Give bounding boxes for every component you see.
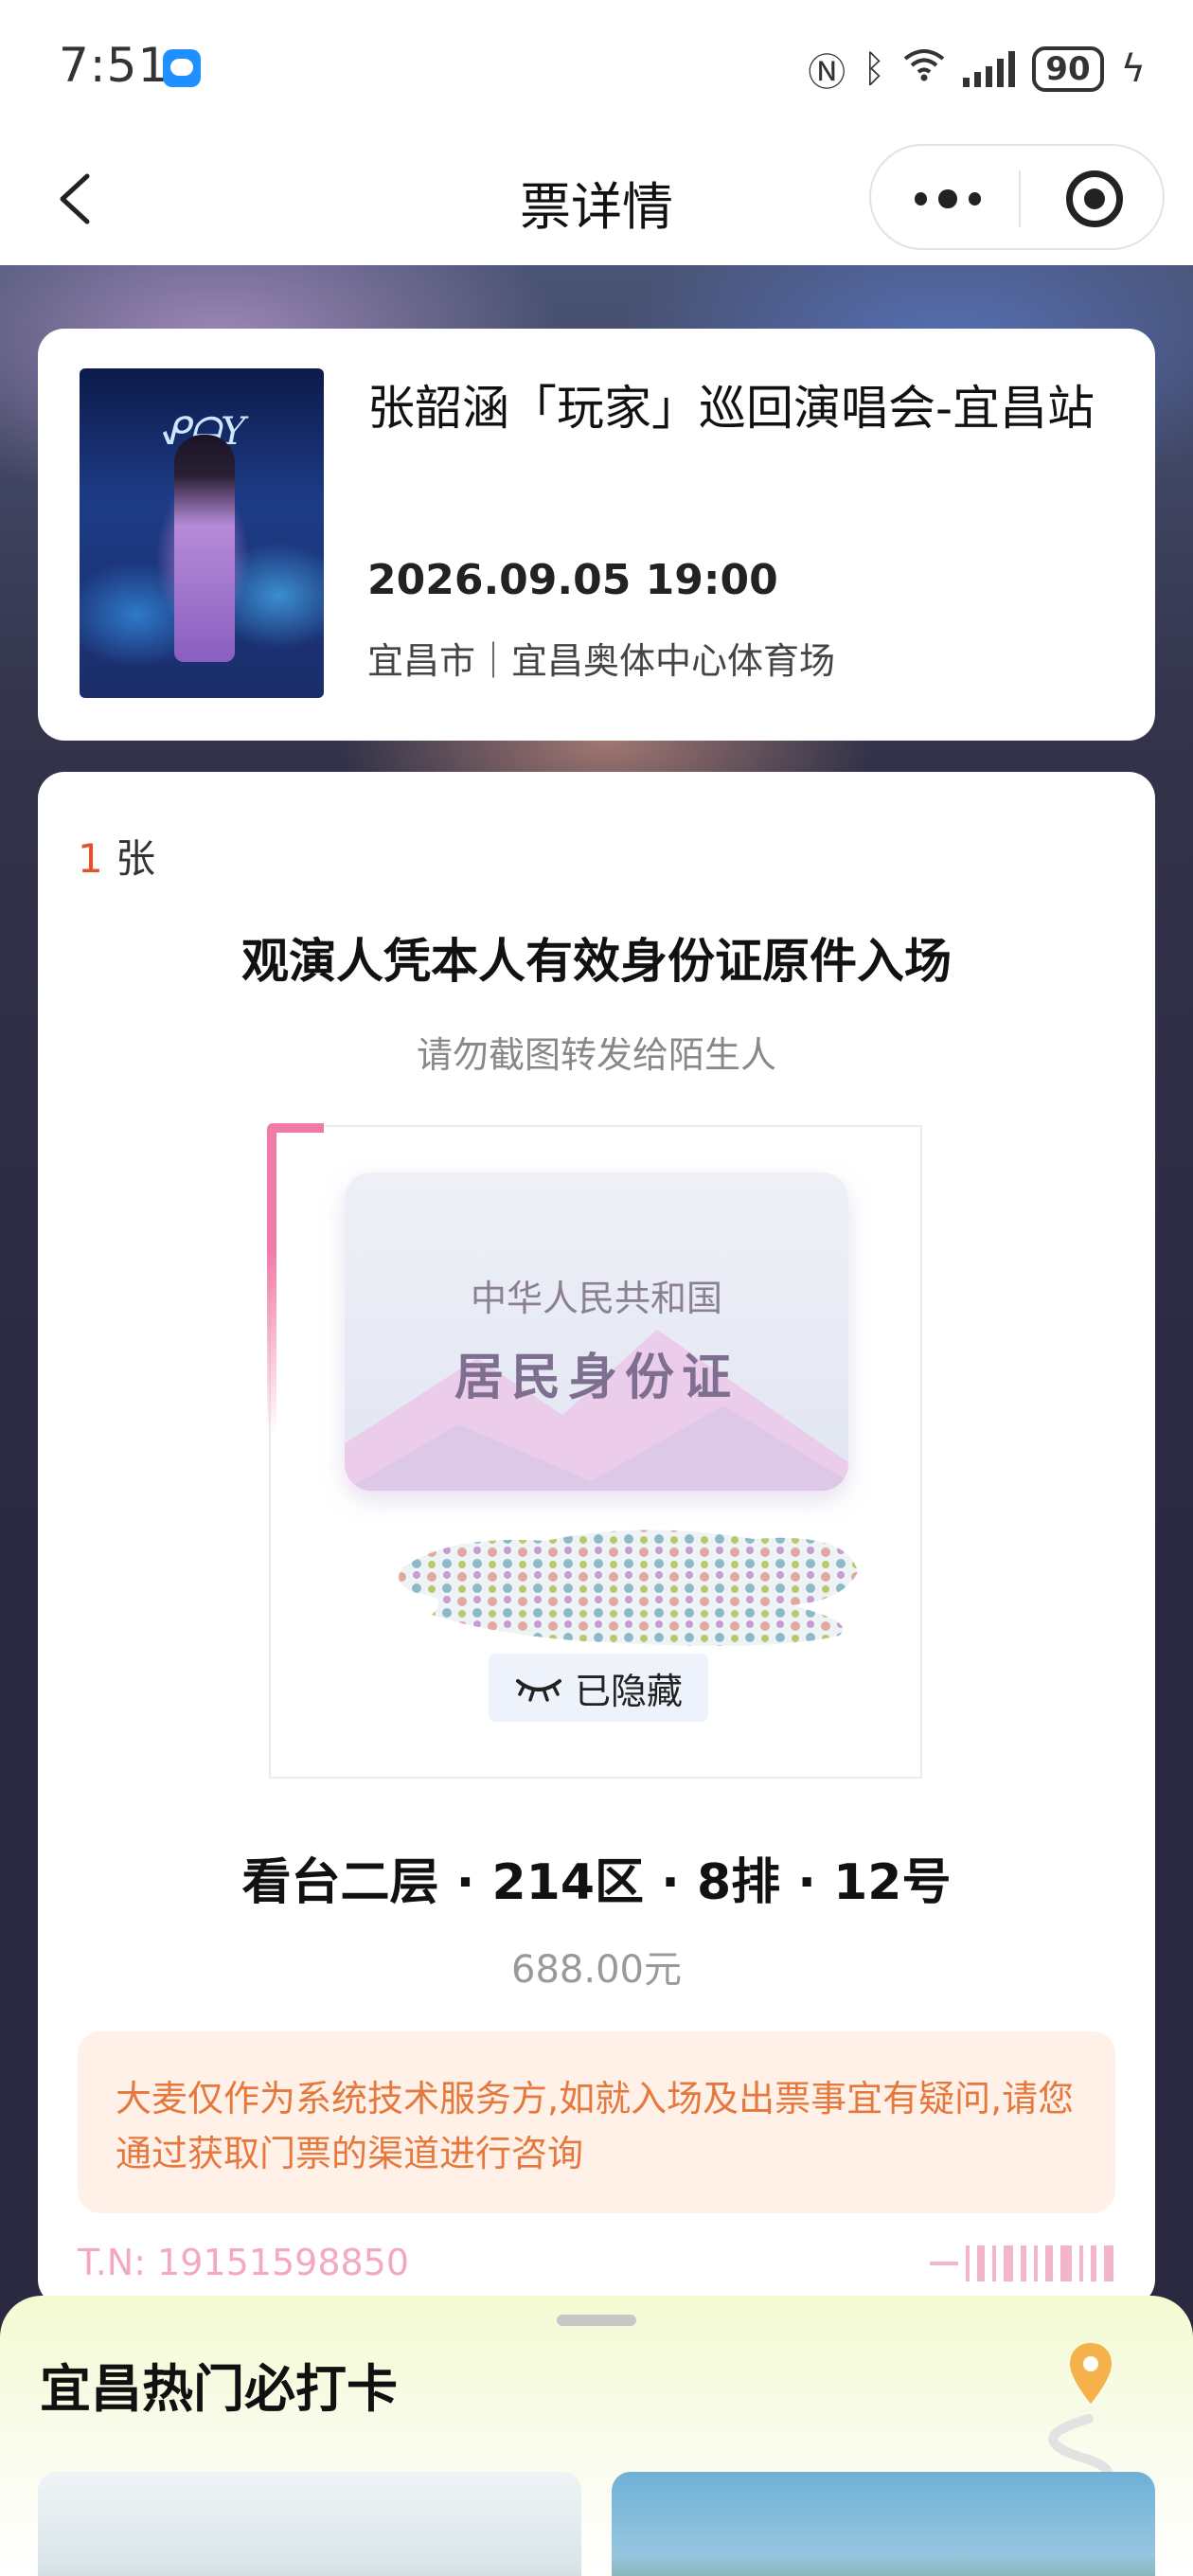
barcode-decoration [930, 2245, 1113, 2281]
close-mini-program-icon[interactable] [1066, 170, 1123, 227]
more-options-icon[interactable] [915, 186, 982, 212]
ticket-price: 688.00元 [511, 1948, 682, 1992]
hidden-label: 已隐藏 [574, 1670, 683, 1712]
message-notification-icon [163, 49, 201, 87]
id-card-country: 中华人民共和国 [470, 1278, 722, 1319]
wifi-icon [902, 47, 946, 91]
masked-holder-info [399, 1530, 858, 1646]
attraction-thumbnail[interactable] [612, 2472, 1155, 2576]
seat-info: 看台二层 · 214区 · 8排 · 12号 [241, 1854, 952, 1911]
hidden-info-toggle[interactable]: 已隐藏 [489, 1654, 708, 1722]
mini-program-capsule [869, 144, 1165, 250]
id-card-frame: 中华人民共和国 居民身份证 已隐藏 [267, 1123, 922, 1779]
event-info-card[interactable]: ᕵᗩY 张韶涵「玩家」巡回演唱会-宜昌站 2026.09.05 19:00 宜昌… [38, 329, 1155, 741]
poster-singer-figure [174, 435, 235, 662]
cellular-signal-icon [963, 51, 1016, 87]
eye-closed-icon [515, 1679, 561, 1702]
capsule-divider [1019, 170, 1021, 227]
frame-corner-accent [267, 1123, 324, 1436]
event-title: 张韶涵「玩家」巡回演唱会-宜昌站 [367, 381, 1095, 436]
ticket-count-number: 1 [78, 835, 103, 882]
ticket-count: 1 张 [78, 827, 155, 885]
status-time: 7:51 [59, 38, 169, 93]
id-card-graphic: 中华人民共和国 居民身份证 [345, 1172, 848, 1491]
system-icons: Ⓝ ᛒ 90 ϟ [808, 42, 1146, 97]
battery-indicator: 90 [1032, 46, 1104, 92]
event-venue: 宜昌市｜宜昌奥体中心体育场 [367, 640, 836, 682]
status-bar: 7:51 Ⓝ ᛒ 90 ϟ [0, 0, 1193, 133]
sheet-title: 宜昌热门必打卡 [40, 2359, 398, 2419]
event-datetime: 2026.09.05 19:00 [367, 556, 778, 604]
hot-spots-sheet[interactable]: 宜昌热门必打卡 [0, 2296, 1193, 2576]
service-notice: 大麦仅作为系统技术服务方,如就入场及出票事宜有疑问,请您通过获取门票的渠道进行咨… [78, 2031, 1115, 2213]
charging-icon: ϟ [1120, 47, 1146, 91]
entry-rule-text: 观演人凭本人有效身份证原件入场 [241, 934, 952, 989]
attraction-thumbnail[interactable] [38, 2472, 581, 2576]
location-pin-icon [1070, 2343, 1112, 2404]
id-card-label: 居民身份证 [454, 1350, 739, 1406]
ticket-count-unit: 张 [102, 835, 156, 882]
no-screenshot-warning: 请勿截图转发给陌生人 [416, 1034, 776, 1076]
nfc-icon: Ⓝ [808, 51, 846, 95]
event-poster-image: ᕵᗩY [80, 368, 324, 698]
navigation-bar: 票详情 [0, 133, 1193, 265]
ticket-detail-card: 1 张 观演人凭本人有效身份证原件入场 请勿截图转发给陌生人 中华人民共和国 居… [38, 772, 1155, 2306]
sheet-drag-handle[interactable] [557, 2315, 636, 2326]
ticket-number: T.N: 19151598850 [78, 2242, 410, 2283]
bluetooth-icon: ᛒ [863, 47, 886, 91]
